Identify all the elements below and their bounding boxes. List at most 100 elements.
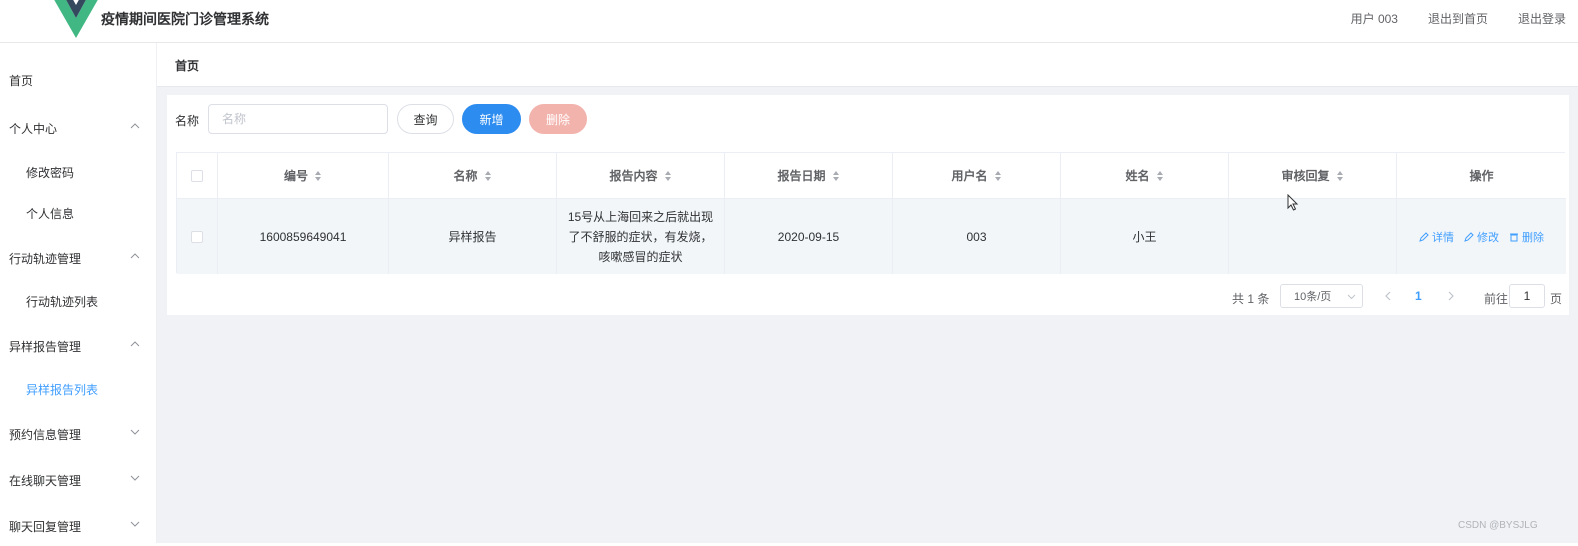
- page-size-select[interactable]: 10条/页: [1280, 284, 1363, 308]
- sidebar-item-label: 聊天回复管理: [9, 519, 82, 534]
- cell-username: 003: [893, 199, 1061, 274]
- cell-id: 1600859649041: [218, 199, 389, 274]
- watermark: CSDN @BYSJLG: [1458, 520, 1538, 531]
- row-checkbox[interactable]: [191, 230, 203, 243]
- header-date[interactable]: 报告日期: [725, 153, 893, 198]
- sidebar-group-track-management[interactable]: 行动轨迹管理: [0, 238, 157, 278]
- sidebar-item-track-list[interactable]: 行动轨迹列表: [0, 281, 157, 321]
- chevron-down-icon: [130, 429, 140, 435]
- breadcrumb-bar: 首页: [157, 43, 1578, 87]
- sort-icon: [664, 170, 671, 181]
- vue-logo-icon: [54, 0, 98, 38]
- logout-link[interactable]: 退出登录: [1518, 10, 1566, 27]
- chevron-down-icon: [1347, 294, 1356, 300]
- sidebar-group-chat-reply-management[interactable]: 聊天回复管理: [0, 506, 157, 546]
- sidebar-item-label: 异样报告管理: [9, 339, 82, 354]
- breadcrumb[interactable]: 首页: [175, 57, 199, 74]
- sidebar-item-label: 行动轨迹列表: [26, 294, 99, 309]
- chevron-up-icon: [130, 123, 140, 129]
- sidebar-item-label: 在线聊天管理: [9, 473, 82, 488]
- sidebar-item-home[interactable]: 首页: [0, 60, 157, 100]
- sidebar-item-label: 个人信息: [26, 206, 75, 221]
- page-number-current[interactable]: 1: [1415, 289, 1422, 303]
- report-list-card: 名称 查询 新增 删除 编号 名称 报告内容: [167, 95, 1569, 315]
- header-label: 操作: [1469, 169, 1494, 183]
- report-table: 编号 名称 报告内容 报告日期 用户名 姓名 审核回复 操作 160085964…: [176, 152, 1566, 274]
- sort-icon: [832, 170, 839, 181]
- delete-button[interactable]: 删除: [529, 104, 587, 134]
- search-label: 名称: [175, 114, 200, 128]
- page-suffix-label: 页: [1550, 292, 1563, 306]
- top-header: 疫情期间医院门诊管理系统 用户 003 退出到首页 退出登录: [0, 0, 1578, 43]
- edit-icon: [1464, 231, 1474, 242]
- next-page-icon[interactable]: [1445, 289, 1457, 303]
- edit-icon: [1419, 231, 1429, 242]
- cell-actions: 详情 修改 删除: [1397, 199, 1566, 274]
- user-label: 用户 003: [1350, 12, 1398, 26]
- header-label: 编号: [283, 169, 308, 183]
- sort-icon: [994, 170, 1001, 181]
- cell-name: 异样报告: [389, 199, 557, 274]
- header-select-cell: [177, 153, 218, 198]
- chevron-up-icon: [130, 253, 140, 259]
- add-button[interactable]: 新增: [462, 104, 521, 134]
- search-input[interactable]: [208, 104, 388, 134]
- sidebar-group-chat-management[interactable]: 在线聊天管理: [0, 460, 157, 500]
- sidebar-menu: 首页 个人中心 修改密码 个人信息 行动轨迹管理 行动轨迹列表 异样报告管理 异…: [0, 43, 157, 543]
- header-label: 姓名: [1125, 169, 1150, 183]
- goto-label: 前往: [1484, 292, 1509, 306]
- sidebar-item-report-list[interactable]: 异样报告列表: [0, 369, 157, 409]
- sidebar-item-change-password[interactable]: 修改密码: [0, 152, 157, 192]
- header-label: 报告内容: [609, 169, 658, 183]
- table-header-row: 编号 名称 报告内容 报告日期 用户名 姓名 审核回复 操作: [177, 153, 1566, 199]
- header-realname[interactable]: 姓名: [1061, 153, 1229, 198]
- back-home-link[interactable]: 退出到首页: [1428, 10, 1488, 27]
- row-actions: 详情 修改 删除: [1419, 229, 1544, 245]
- header-content[interactable]: 报告内容: [557, 153, 725, 198]
- cell-reply: [1229, 199, 1397, 274]
- trash-icon: [1510, 233, 1518, 241]
- cell-realname: 小王: [1061, 199, 1229, 274]
- header-username[interactable]: 用户名: [893, 153, 1061, 198]
- cell-date: 2020-09-15: [725, 199, 893, 274]
- select-all-checkbox[interactable]: [191, 169, 203, 182]
- row-select-cell: [177, 199, 218, 274]
- header-label: 用户名: [951, 169, 988, 183]
- cell-content: 15号从上海回来之后就出现了不舒服的症状，有发烧，咳嗽感冒的症状: [567, 209, 714, 264]
- prev-page-icon[interactable]: [1382, 289, 1394, 303]
- sidebar-item-personal-info[interactable]: 个人信息: [0, 193, 157, 233]
- main-content: 首页 名称 查询 新增 删除 编号 名称 报告内容: [157, 43, 1578, 543]
- pagination: 共 1 条 10条/页 1 前往 页: [167, 284, 1569, 310]
- detail-button[interactable]: 详情: [1419, 229, 1454, 245]
- sort-icon: [1336, 170, 1343, 181]
- sidebar-group-personal-center[interactable]: 个人中心: [0, 108, 157, 148]
- chevron-down-icon: [130, 475, 140, 481]
- pagination-total: 共 1 条: [1232, 292, 1270, 306]
- header-actions: 操作: [1397, 153, 1566, 198]
- row-delete-button[interactable]: 删除: [1509, 229, 1544, 245]
- table-row: 1600859649041 异样报告 15号从上海回来之后就出现了不舒服的症状，…: [177, 199, 1566, 274]
- chevron-up-icon: [130, 341, 140, 347]
- detail-label: 详情: [1432, 231, 1454, 244]
- sidebar-item-label: 首页: [9, 73, 34, 88]
- query-button[interactable]: 查询: [397, 104, 454, 134]
- sidebar-item-label: 预约信息管理: [9, 427, 82, 442]
- header-label: 审核回复: [1281, 169, 1330, 183]
- goto-page-input[interactable]: [1509, 284, 1545, 308]
- sidebar-item-label: 行动轨迹管理: [9, 251, 82, 266]
- chevron-down-icon: [130, 521, 140, 527]
- header-label: 报告日期: [777, 169, 826, 183]
- sidebar-group-appointment-management[interactable]: 预约信息管理: [0, 414, 157, 454]
- edit-button[interactable]: 修改: [1464, 229, 1499, 245]
- sidebar-group-report-management[interactable]: 异样报告管理: [0, 326, 157, 366]
- sidebar-item-label: 异样报告列表: [26, 382, 99, 397]
- header-reply[interactable]: 审核回复: [1229, 153, 1397, 198]
- edit-label: 修改: [1477, 231, 1499, 244]
- sort-icon: [1156, 170, 1163, 181]
- sidebar-item-label: 修改密码: [26, 165, 75, 180]
- header-id[interactable]: 编号: [218, 153, 389, 198]
- sort-icon: [484, 170, 491, 181]
- header-actions: 用户 003 退出到首页 退出登录: [1351, 10, 1566, 27]
- header-label: 名称: [453, 169, 478, 183]
- header-name[interactable]: 名称: [389, 153, 557, 198]
